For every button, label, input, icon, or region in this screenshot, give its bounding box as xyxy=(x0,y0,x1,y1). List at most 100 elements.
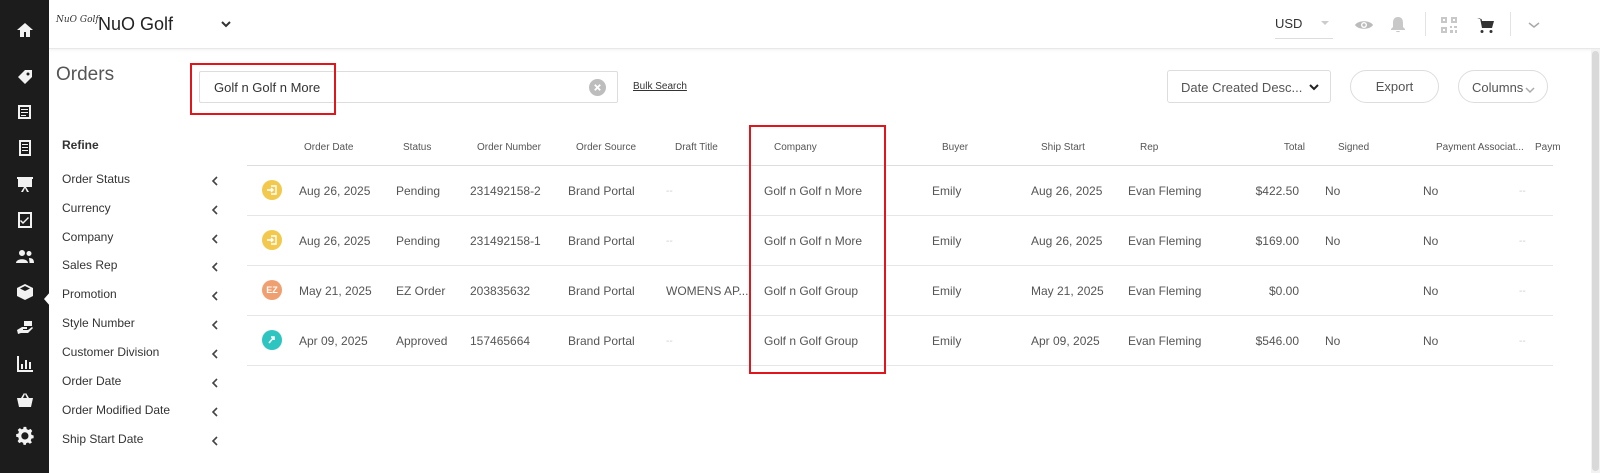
cell-number[interactable]: 231492158-1 xyxy=(470,234,541,248)
column-header[interactable]: Rep xyxy=(1140,142,1158,153)
column-header[interactable]: Status xyxy=(403,142,431,153)
column-header[interactable]: Paym xyxy=(1535,142,1561,153)
scrollbar[interactable] xyxy=(1591,49,1600,473)
export-button[interactable]: Export xyxy=(1350,70,1439,103)
cell-number[interactable]: 231492158-2 xyxy=(470,184,541,198)
filter-order-date[interactable]: Order Date xyxy=(62,374,224,394)
catalog-icon[interactable] xyxy=(0,97,49,127)
search-highlight-box xyxy=(190,63,336,115)
cell-date: Aug 26, 2025 xyxy=(299,234,371,248)
filter-customer-division[interactable]: Customer Division xyxy=(62,345,224,365)
column-header[interactable]: Signed xyxy=(1338,142,1369,153)
eye-icon[interactable] xyxy=(1354,15,1374,35)
cell-paym: -- xyxy=(1519,286,1526,297)
nav-rail xyxy=(0,0,51,473)
cell-draft: -- xyxy=(666,336,673,347)
icon-label: EZ xyxy=(266,285,278,295)
cell-ship: Aug 26, 2025 xyxy=(1031,184,1103,198)
presentation-icon[interactable] xyxy=(0,169,49,199)
filter-sales-rep[interactable]: Sales Rep xyxy=(62,258,224,278)
filter-order-status[interactable]: Order Status xyxy=(62,172,224,192)
cell-status: Approved xyxy=(396,334,448,348)
column-header[interactable]: Total xyxy=(1284,142,1305,153)
cell-source: Brand Portal xyxy=(568,284,635,298)
table-row[interactable]: Apr 09, 2025 Approved 157465664 Brand Porta… xyxy=(247,316,1553,366)
filter-label: Promotion xyxy=(62,287,117,301)
columns-button[interactable]: Columns xyxy=(1458,70,1548,103)
filter-style-number[interactable]: Style Number xyxy=(62,316,224,336)
cell-source: Brand Portal xyxy=(568,184,635,198)
chevron-left-icon xyxy=(210,233,220,245)
cell-draft: -- xyxy=(666,186,673,197)
chevron-left-icon xyxy=(210,435,220,447)
cell-draft: -- xyxy=(666,236,673,247)
divider xyxy=(1425,12,1426,36)
cell-signed: No xyxy=(1325,234,1341,248)
column-header[interactable]: Order Date xyxy=(304,142,353,153)
table-row[interactable]: Aug 26, 2025 Pending 231492158-1 Brand Port… xyxy=(247,216,1553,266)
top-header: NuO Golf NuO Golf USD xyxy=(49,0,1600,49)
chevron-left-icon xyxy=(210,290,220,302)
cell-total: $0.00 xyxy=(1268,284,1299,298)
column-header[interactable]: Ship Start xyxy=(1041,142,1085,153)
clear-search-button[interactable] xyxy=(589,79,606,96)
chevron-down-icon[interactable] xyxy=(1524,15,1544,35)
currency-select[interactable]: USD xyxy=(1275,11,1333,39)
box-icon[interactable] xyxy=(0,277,49,307)
cell-source: Brand Portal xyxy=(568,234,635,248)
table-row[interactable]: EZ May 21, 2025 EZ Order 203835632 Brand Por… xyxy=(247,266,1553,316)
cell-date: Aug 26, 2025 xyxy=(299,184,371,198)
cell-signed: No xyxy=(1325,184,1341,198)
bulk-search-link[interactable]: Bulk Search xyxy=(633,81,687,92)
column-header[interactable]: Order Source xyxy=(576,142,636,153)
users-icon[interactable] xyxy=(0,241,49,271)
scrollbar-thumb[interactable] xyxy=(1592,51,1599,471)
tag-icon[interactable] xyxy=(0,62,49,92)
columns-label: Columns xyxy=(1472,80,1524,95)
cell-number[interactable]: 203835632 xyxy=(470,284,530,298)
chevron-left-icon xyxy=(210,377,220,389)
filter-label: Order Modified Date xyxy=(62,403,171,417)
filter-ship-start-date[interactable]: Ship Start Date xyxy=(62,432,224,452)
chevron-down-icon[interactable] xyxy=(219,17,233,31)
filter-order-modified-date[interactable]: Order Modified Date xyxy=(62,403,224,423)
page-title: Orders xyxy=(56,64,115,85)
column-header[interactable]: Buyer xyxy=(942,142,968,153)
home-icon[interactable] xyxy=(0,15,49,45)
hand-money-icon[interactable] xyxy=(0,313,49,343)
cell-source: Brand Portal xyxy=(568,334,635,348)
filter-company[interactable]: Company xyxy=(62,230,224,250)
chevron-left-icon xyxy=(210,204,220,216)
book-icon[interactable] xyxy=(0,133,49,163)
cell-ship: May 21, 2025 xyxy=(1031,284,1104,298)
cell-total: $422.50 xyxy=(1255,184,1299,198)
cell-rep: Evan Fleming xyxy=(1128,184,1202,198)
cell-number[interactable]: 157465664 xyxy=(470,334,530,348)
sort-select[interactable]: Date Created Desc... xyxy=(1167,70,1331,103)
sort-value: Date Created Desc... xyxy=(1181,80,1303,95)
caret-down-icon xyxy=(1321,21,1329,25)
column-header[interactable]: Draft Title xyxy=(675,142,718,153)
checklist-icon[interactable] xyxy=(0,205,49,235)
filter-currency[interactable]: Currency xyxy=(62,201,224,221)
cell-date: Apr 09, 2025 xyxy=(299,334,368,348)
filter-promotion[interactable]: Promotion xyxy=(62,287,224,307)
qr-code-icon[interactable] xyxy=(1439,15,1459,35)
gear-icon[interactable] xyxy=(0,421,49,451)
chevron-down-icon xyxy=(1308,81,1320,93)
column-header[interactable]: Payment Associat... xyxy=(1436,142,1524,153)
cell-buyer: Emily xyxy=(932,184,962,198)
cell-payment: No xyxy=(1423,284,1439,298)
filter-label: Sales Rep xyxy=(62,258,118,272)
cell-ship: Apr 09, 2025 xyxy=(1031,334,1100,348)
brand-name[interactable]: NuO Golf xyxy=(98,14,173,35)
column-header[interactable]: Order Number xyxy=(477,142,541,153)
basket-icon[interactable] xyxy=(0,385,49,415)
chart-icon[interactable] xyxy=(0,349,49,379)
close-icon xyxy=(594,84,601,91)
filter-label: Ship Start Date xyxy=(62,432,144,446)
table-row[interactable]: Aug 26, 2025 Pending 231492158-2 Brand Port… xyxy=(247,166,1553,216)
bell-icon[interactable] xyxy=(1388,15,1408,35)
currency-value: USD xyxy=(1275,16,1303,31)
cart-icon[interactable] xyxy=(1476,15,1496,35)
